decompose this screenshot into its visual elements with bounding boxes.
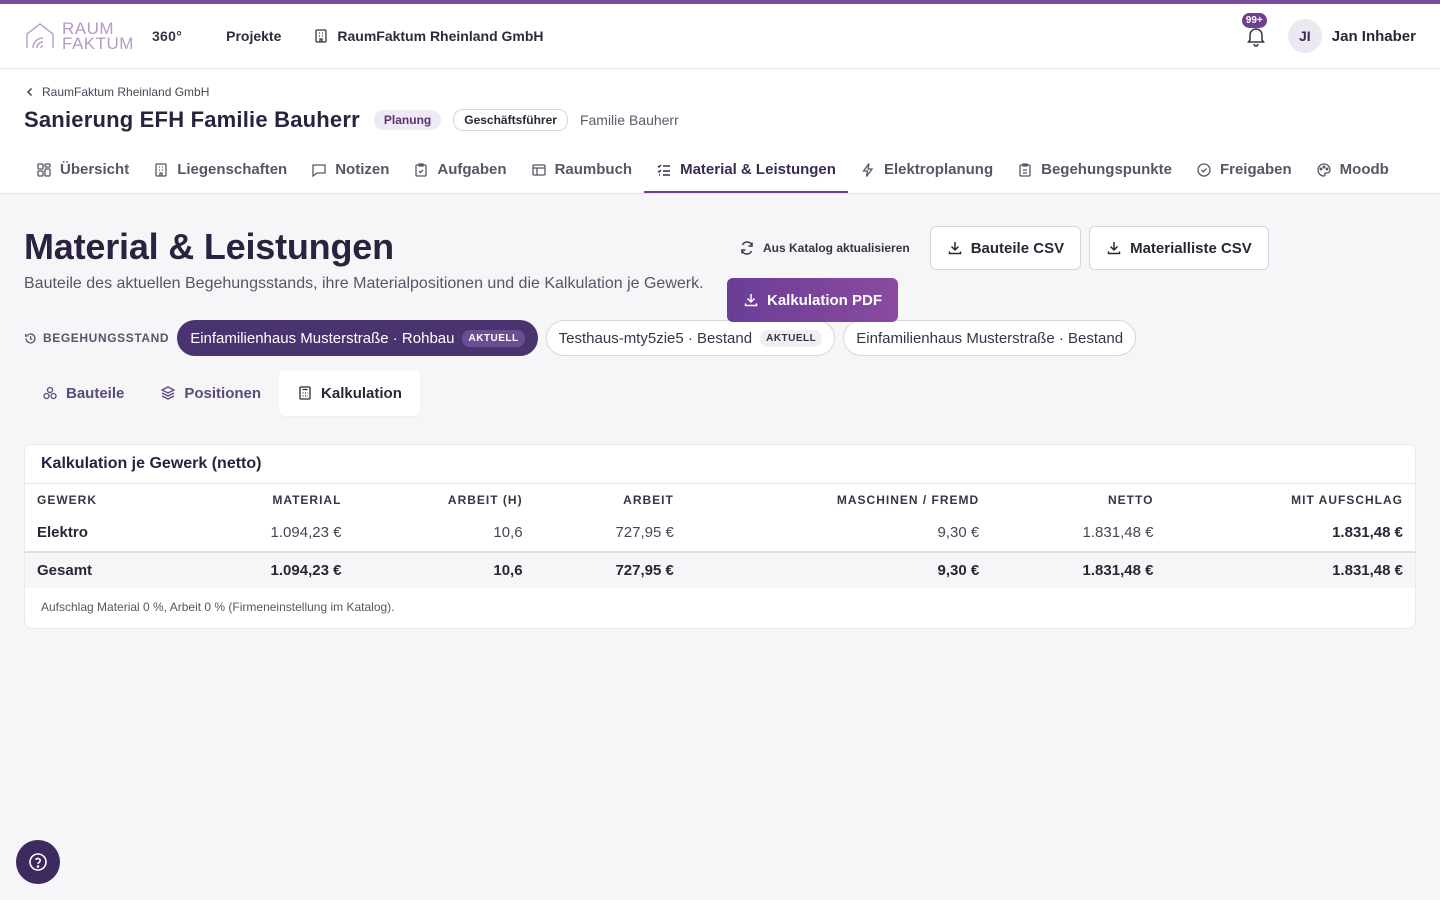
table-row: Elektro 1.094,23 € 10,6 727,95 € 9,30 € … — [37, 524, 1403, 541]
bauteile-csv-button[interactable]: Bauteile CSV — [929, 226, 1082, 270]
project-tabs: Übersicht Liegenschaften Notizen Aufgabe… — [24, 149, 1416, 193]
table-icon — [531, 163, 546, 176]
grid-icon — [37, 162, 51, 177]
aktuell-badge: AKTUELL — [462, 329, 525, 347]
tab-raumbuch[interactable]: Raumbuch — [519, 149, 645, 193]
col-netto: NETTO — [1108, 493, 1154, 507]
subtab-positionen[interactable]: Positionen — [142, 370, 279, 416]
stand-chip-testhaus[interactable]: Testhaus-mty5zie5 · Bestand AKTUELL — [545, 320, 836, 356]
project-title: Sanierung EFH Familie Bauherr — [24, 107, 360, 132]
tab-uebersicht[interactable]: Übersicht — [24, 149, 141, 193]
stand-label: BEGEHUNGSSTAND — [43, 331, 170, 345]
logo[interactable]: RAUM FAKTUM 360° — [24, 20, 182, 52]
components-icon — [43, 386, 57, 400]
subtab-kalkulation[interactable]: Kalkulation — [279, 370, 420, 416]
tab-liegenschaften[interactable]: Liegenschaften — [141, 149, 299, 193]
building-icon — [315, 29, 328, 43]
col-arbeit-h: ARBEIT (H) — [447, 493, 523, 507]
col-gewerk: GEWERK — [37, 493, 97, 507]
col-maschinen: MASCHINEN / FREMD — [836, 493, 980, 507]
stand-chip-bestand[interactable]: Einfamilienhaus Musterstraße · Bestand — [843, 320, 1137, 356]
history-icon — [24, 332, 36, 344]
col-arbeit: ARBEIT — [623, 493, 674, 507]
chevron-left-icon — [27, 88, 32, 96]
tab-aufgaben[interactable]: Aufgaben — [401, 149, 518, 193]
nav-company-link[interactable]: RaumFaktum Rheinland GmbH — [313, 28, 544, 44]
tab-moodboard[interactable]: Moodb — [1304, 149, 1401, 193]
breadcrumb[interactable]: RaumFaktum Rheinland GmbH — [24, 85, 1416, 99]
palette-icon — [1317, 162, 1331, 177]
tab-freigaben[interactable]: Freigaben — [1184, 149, 1304, 193]
clipboard-list-icon — [1019, 162, 1031, 177]
app-header: RAUM FAKTUM 360° Projekte RaumFaktum Rhe… — [0, 4, 1440, 69]
stand-chip-rohbau[interactable]: Einfamilienhaus Musterstraße · Rohbau AK… — [177, 320, 538, 356]
status-badge: Planung — [373, 110, 442, 130]
building-icon — [155, 162, 167, 177]
tab-begehungspunkte[interactable]: Begehungspunkte — [1005, 149, 1184, 193]
aktuell-badge: AKTUELL — [760, 329, 823, 347]
help-button[interactable] — [16, 840, 60, 884]
kalkulation-pdf-button[interactable]: Kalkulation PDF — [727, 278, 899, 322]
materialliste-csv-button[interactable]: Materialliste CSV — [1089, 226, 1269, 270]
col-aufschlag: MIT AUFSCHLAG — [1291, 493, 1403, 507]
layers-icon — [160, 386, 176, 400]
calculator-icon — [299, 386, 311, 400]
breadcrumb-label: RaumFaktum Rheinland GmbH — [42, 85, 210, 99]
tab-material-leistungen[interactable]: Material & Leistungen — [644, 149, 848, 193]
nav-company-label: RaumFaktum Rheinland GmbH — [337, 28, 544, 44]
clipboard-check-icon — [415, 162, 428, 177]
role-badge: Geschäftsführer — [453, 109, 568, 131]
page-description: Bauteile des aktuellen Begehungsstands, … — [24, 275, 704, 292]
card-title: Kalkulation je Gewerk (netto) — [25, 445, 1415, 484]
tab-elektroplanung[interactable]: Elektroplanung — [848, 149, 1005, 193]
message-icon — [312, 163, 326, 177]
subtab-bauteile[interactable]: Bauteile — [24, 370, 142, 416]
list-check-icon — [657, 164, 671, 176]
kalkulation-card: Kalkulation je Gewerk (netto) GEWERK MAT… — [24, 444, 1416, 629]
avatar[interactable]: JI — [1287, 19, 1322, 53]
check-circle-icon — [1197, 162, 1211, 177]
markup-note: Aufschlag Material 0 %, Arbeit 0 % (Firm… — [41, 600, 395, 614]
help-icon — [29, 853, 47, 871]
nav-projects-link[interactable]: Projekte — [226, 28, 281, 44]
project-header: RaumFaktum Rheinland GmbH Sanierung EFH … — [0, 69, 1440, 194]
main-content: Material & Leistungen Bauteile des aktue… — [0, 194, 1440, 629]
download-icon — [744, 294, 758, 307]
refresh-icon — [741, 241, 753, 255]
user-name[interactable]: Jan Inhaber — [1332, 28, 1416, 45]
col-material: MATERIAL — [272, 493, 342, 507]
catalog-refresh-button[interactable]: Aus Katalog aktualisieren — [727, 226, 922, 270]
table-total-row: Gesamt 1.094,23 € 10,6 727,95 € 9,30 € 1… — [25, 551, 1415, 588]
download-icon — [1107, 242, 1121, 255]
notification-count-badge: 99+ — [1241, 13, 1267, 28]
action-buttons: Aus Katalog aktualisieren Bauteile CSV M… — [727, 226, 1287, 322]
kalkulation-table: GEWERK MATERIAL ARBEIT (H) ARBEIT MASCHI… — [25, 484, 1415, 588]
client-name: Familie Bauherr — [579, 112, 679, 128]
download-icon — [948, 242, 961, 255]
begehungsstand-selector: BEGEHUNGSSTAND Einfamilienhaus Musterstr… — [24, 320, 1416, 356]
logo-suffix: 360° — [151, 28, 183, 44]
view-tabs: Bauteile Positionen Kalkulation — [24, 370, 1416, 416]
logo-mark-icon — [24, 20, 56, 52]
tab-notizen[interactable]: Notizen — [299, 149, 401, 193]
bolt-icon — [862, 162, 874, 177]
notifications-button[interactable]: 99+ — [1241, 13, 1268, 48]
logo-line-2: FAKTUM — [62, 34, 134, 53]
table-header-row: GEWERK MATERIAL ARBEIT (H) ARBEIT MASCHI… — [25, 484, 1415, 516]
